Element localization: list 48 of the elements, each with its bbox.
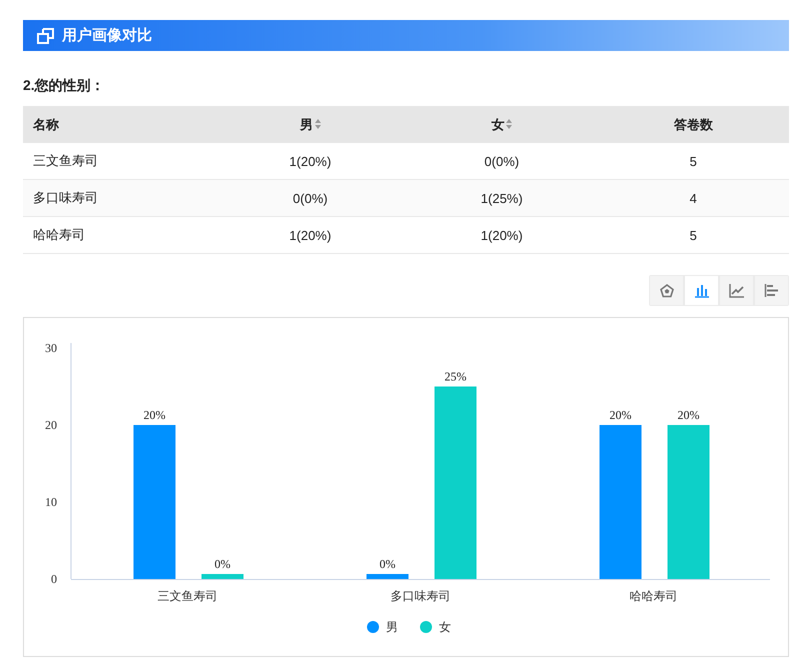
- y-tick-label: 10: [45, 495, 57, 509]
- column-header[interactable]: 男: [214, 106, 406, 143]
- section-title: 用户画像对比: [62, 26, 152, 45]
- table-cell: 0(0%): [214, 180, 406, 216]
- table-cell: 多口味寿司: [23, 180, 214, 216]
- y-tick-label: 30: [45, 341, 57, 355]
- table-cell: 1(20%): [214, 143, 406, 180]
- legend-dot[interactable]: [367, 621, 379, 633]
- column-header: 名称: [23, 106, 214, 143]
- bar-value-label: 20%: [144, 408, 166, 422]
- table-cell: 5: [598, 216, 789, 254]
- line-chart-icon: [728, 283, 744, 298]
- bar-chart-icon: [694, 283, 710, 298]
- legend-label[interactable]: 男: [386, 620, 398, 634]
- column-header[interactable]: 女: [406, 106, 598, 143]
- compare-icon: [37, 28, 54, 44]
- bar-value-label: 20%: [678, 408, 700, 422]
- table-cell: 1(20%): [406, 216, 598, 254]
- chart-type-button[interactable]: [650, 276, 683, 305]
- y-tick-label: 0: [51, 572, 57, 586]
- table-cell: 5: [598, 143, 789, 180]
- bar-value-label: 25%: [444, 370, 466, 384]
- legend-dot[interactable]: [420, 621, 432, 633]
- chart-type-button[interactable]: [755, 276, 788, 305]
- bar: [366, 574, 408, 579]
- x-tick-label: 哈哈寿司: [630, 589, 678, 603]
- bar: [202, 574, 244, 579]
- table-cell: 哈哈寿司: [23, 216, 214, 254]
- sort-icon[interactable]: [314, 118, 321, 128]
- bar-value-label: 20%: [610, 408, 632, 422]
- table-cell: 0(0%): [406, 143, 598, 180]
- chart-type-button[interactable]: [720, 276, 753, 305]
- x-tick-label: 多口味寿司: [390, 589, 450, 603]
- bar-value-label: 0%: [380, 557, 396, 571]
- table-cell: 1(20%): [214, 216, 406, 254]
- horizontal-bar-chart-icon: [764, 283, 780, 298]
- table-cell: 4: [598, 180, 789, 216]
- y-tick-label: 20: [45, 418, 57, 432]
- pentagon-icon: [660, 284, 674, 298]
- sort-icon[interactable]: [506, 118, 512, 128]
- table-cell: 三文鱼寿司: [23, 143, 214, 180]
- chart-type-button[interactable]: [685, 276, 718, 305]
- legend-label[interactable]: 女: [439, 620, 451, 634]
- question-title: 2.您的性别：: [23, 77, 106, 95]
- table-cell: 1(25%): [406, 180, 598, 216]
- bar-value-label: 0%: [214, 557, 230, 571]
- x-tick-label: 三文鱼寿司: [158, 589, 218, 603]
- column-header: 答卷数: [598, 106, 789, 143]
